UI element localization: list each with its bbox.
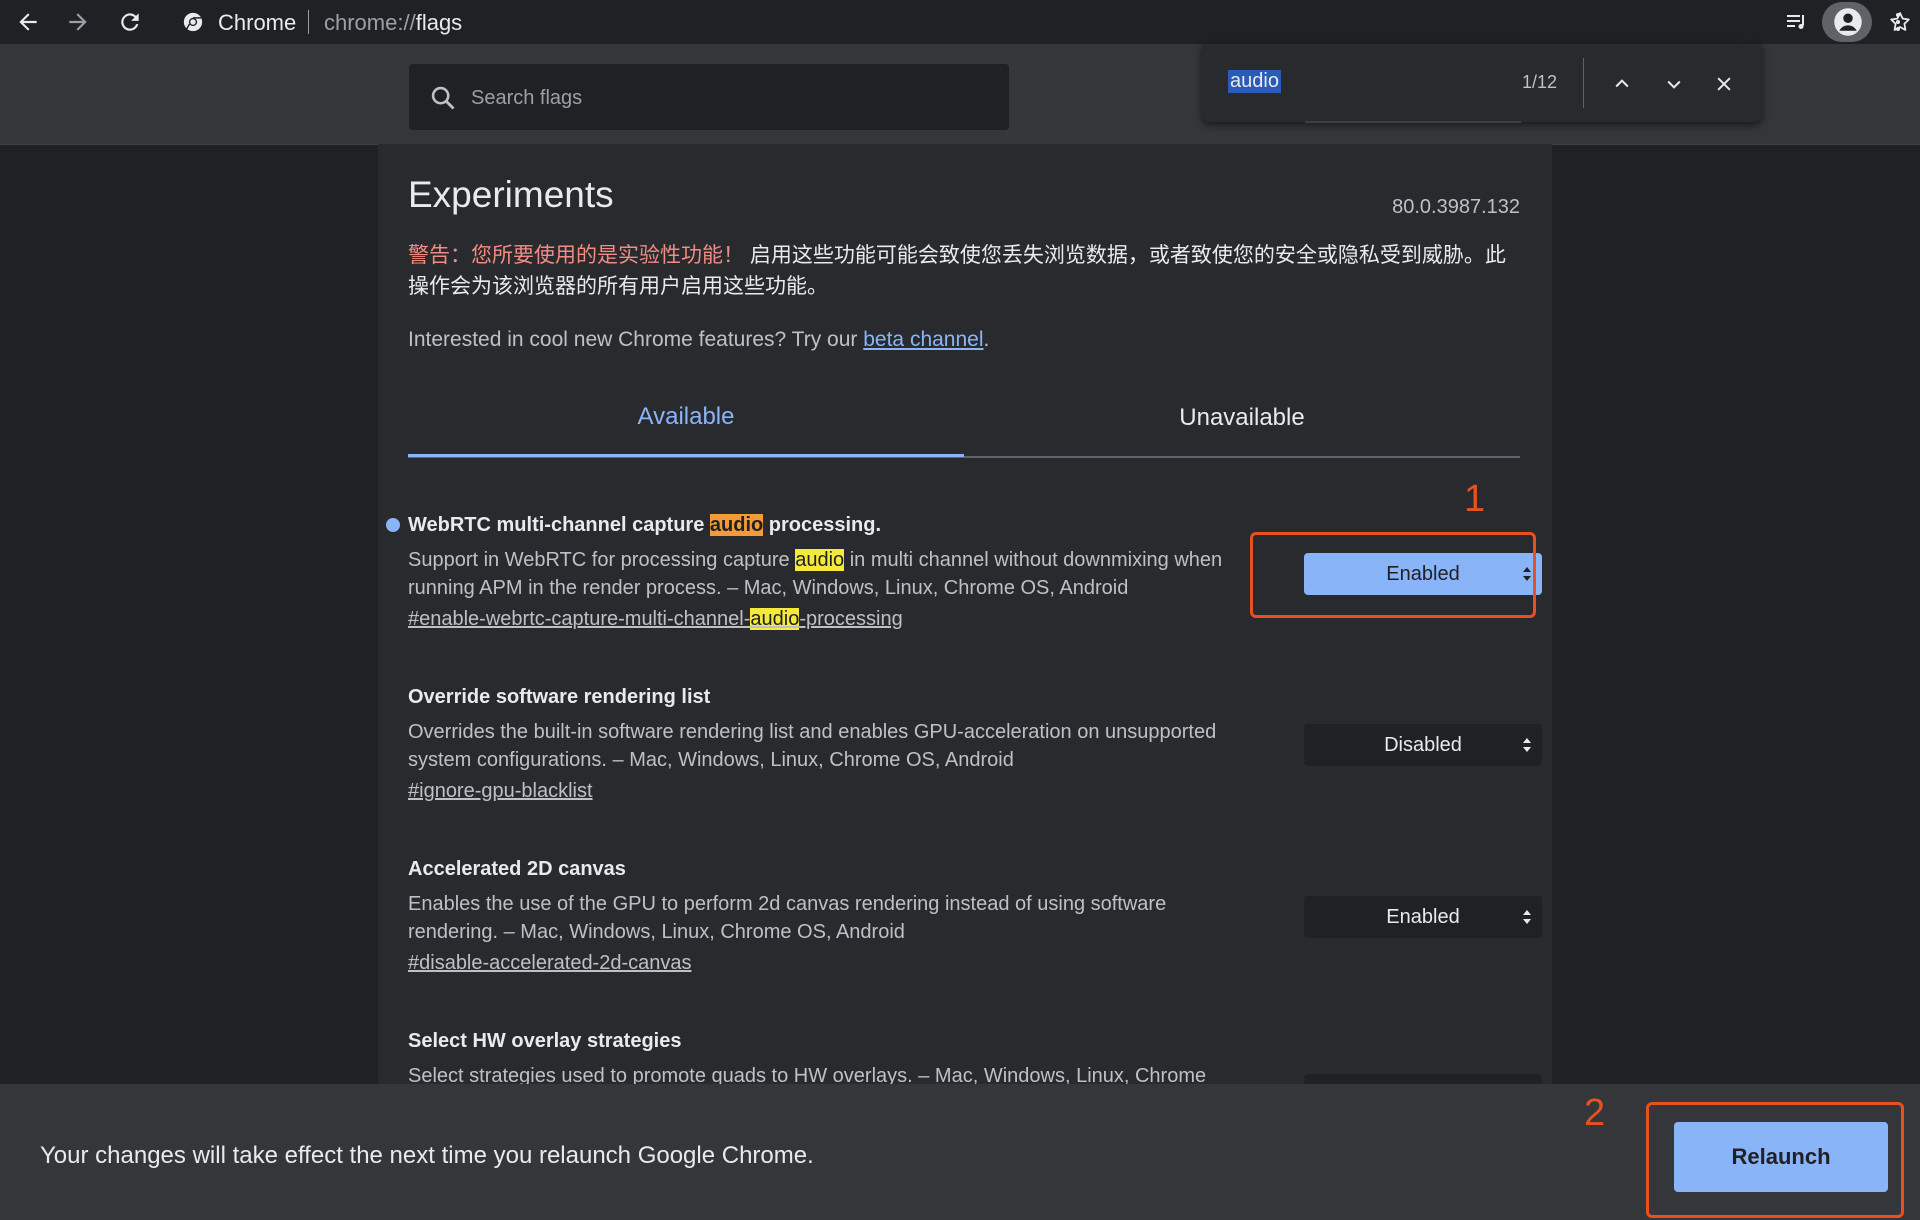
flag-title-part: WebRTC multi-channel capture [408,514,710,536]
menu-button[interactable] [1876,2,1920,42]
flag-anchor-link[interactable]: #disable-accelerated-2d-canvas [408,952,692,975]
flag-title: Override software rendering list [408,686,711,708]
select-arrows-icon [1523,738,1531,752]
modified-indicator [386,518,400,532]
flag-title-part: processing. [763,514,882,536]
search-highlight: audio [795,549,845,571]
find-bar: audio 1/12 [1202,44,1762,123]
annotation-number-2: 2 [1584,1092,1606,1134]
media-queue-icon [1787,15,1804,29]
search-highlight: audio [750,608,800,630]
flag-anchor-link[interactable]: #ignore-gpu-blacklist [408,780,593,803]
find-underline [1305,121,1521,123]
flag-title: WebRTC multi-channel capture audio proce… [408,514,881,537]
find-next-button[interactable] [1654,64,1694,104]
find-close-button[interactable] [1704,64,1744,104]
flag-description: Support in WebRTC for processing capture… [408,546,1258,602]
tab-bar: Available Unavailable [408,380,1520,458]
tab-available[interactable]: Available [408,380,964,457]
search-icon [431,86,455,110]
account-avatar-icon [1834,8,1862,36]
find-previous-button[interactable] [1602,64,1642,104]
annotation-box-1 [1250,532,1536,618]
search-highlight-current: audio [709,514,764,536]
flag-state-select[interactable]: Enabled [1304,896,1542,938]
forward-button[interactable] [58,6,98,38]
flag-desc-part: Support in WebRTC for processing capture [408,549,796,571]
select-value: Enabled [1386,905,1460,928]
url-text[interactable]: chrome://flags [324,10,462,36]
kebab-menu-icon [1896,13,1900,31]
omnibox-divider [308,10,309,34]
chevron-down-icon [1667,80,1681,89]
find-divider [1583,58,1584,108]
beta-promo-text: Interested in cool new Chrome features? … [408,328,864,351]
find-query[interactable]: audio [1228,70,1281,93]
flag-link-part: #enable-webrtc-capture-multi-channel- [408,608,751,630]
flag-description: Enables the use of the GPU to perform 2d… [408,893,1167,943]
flag-title: Select HW overlay strategies [408,1030,682,1052]
tab-unavailable[interactable]: Unavailable [964,380,1520,456]
chrome-logo-icon [183,12,203,32]
forward-arrow-icon [69,13,87,31]
select-value: Disabled [1384,733,1462,756]
reload-button[interactable] [110,6,150,38]
site-label: Chrome [218,10,297,35]
omnibox[interactable]: Chrome chrome://flags [166,0,1910,44]
warning-heading: 警告：您所要使用的是实验性功能！ [408,244,744,267]
back-button[interactable] [8,6,48,38]
beta-promo: Interested in cool new Chrome features? … [408,328,989,352]
reading-list-button[interactable] [1774,2,1818,42]
chevron-up-icon [1615,79,1629,88]
version-label: 80.0.3987.132 [1392,196,1520,218]
reload-icon [121,13,139,31]
flag-state-select[interactable]: Disabled [1304,724,1542,766]
warning-text: 警告：您所要使用的是实验性功能！ 启用这些功能可能会致使您丢失浏览数据，或者致使… [408,240,1526,302]
profile-button[interactable] [1826,2,1870,42]
page-title: Experiments [408,174,614,215]
relaunch-button[interactable]: Relaunch [1674,1122,1888,1192]
search-input[interactable] [469,64,993,132]
beta-channel-link[interactable]: beta channel [863,328,983,351]
url-path: flags [415,10,463,35]
annotation-number-1: 1 [1464,478,1486,520]
url-scheme: chrome:// [324,10,416,35]
relaunch-message: Your changes will take effect the next t… [40,1142,814,1169]
flag-title: Accelerated 2D canvas [408,858,626,880]
flag-anchor-link[interactable]: #enable-webrtc-capture-multi-channel-aud… [408,608,903,631]
flag-link-part: -processing [799,608,903,630]
flag-description: Overrides the built-in software renderin… [408,721,1217,771]
find-match-count: 1/12 [1522,72,1558,92]
relaunch-bar: Your changes will take effect the next t… [0,1084,1920,1220]
close-icon [1717,77,1731,91]
beta-promo-end: . [983,328,990,351]
back-arrow-icon [19,13,37,31]
search-box[interactable] [409,64,1009,132]
select-arrows-icon [1523,910,1531,924]
browser-toolbar: Chrome chrome://flags [0,0,1920,44]
